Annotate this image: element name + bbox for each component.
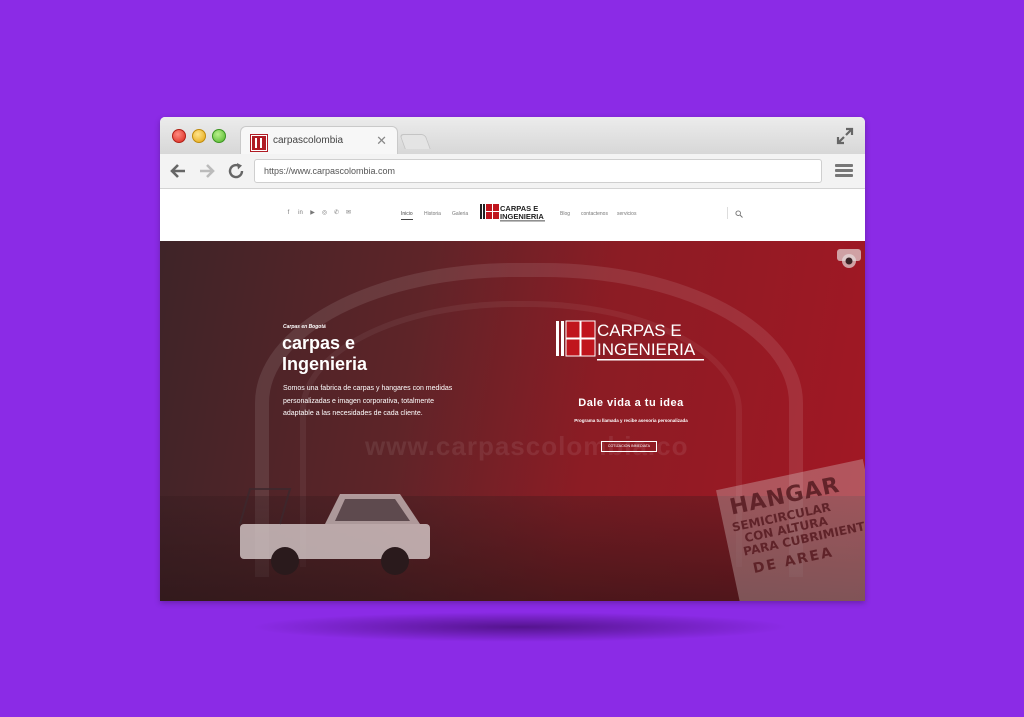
back-arrow-icon[interactable] [168,161,188,181]
forward-arrow-icon[interactable] [197,161,217,181]
logo-small-line2: INGENIERIA [500,212,544,221]
facebook-icon[interactable]: f [285,210,292,217]
menu-icon[interactable] [835,164,853,178]
hero-banner: www.carpascolombia.co HANGAR SEMICIRCULA… [160,241,865,601]
hero-logo: CARPAS E INGENIERIA [556,320,704,361]
nav-contactenos[interactable]: contactenos [581,211,608,217]
reload-icon[interactable] [226,161,246,181]
hero-logo-line1: CARPAS E [597,321,682,340]
hero-tagline: Dale vida a tu idea [578,397,684,409]
cotizacion-button[interactable]: COTIZACION INMEDIATA [601,441,657,452]
fullscreen-icon[interactable] [836,127,854,145]
youtube-icon[interactable]: ▶ [309,210,316,217]
url-text: https://www.carpascolombia.com [264,166,396,176]
address-bar[interactable]: https://www.carpascolombia.com [254,159,822,183]
new-tab-button[interactable] [399,134,431,149]
hero-tagline-sub: Programa tu llamada y recibe asesoria pe… [574,418,688,423]
pickup-truck-image [239,488,430,575]
linkedin-icon[interactable]: in [297,210,304,217]
nav-galeria[interactable]: Galeria [452,211,468,217]
browser-window: carpascolombia ✕ https://www.carpascolom… [160,117,865,601]
tab-close-icon[interactable]: ✕ [376,133,387,149]
nav-inicio[interactable]: Inicio [401,211,413,220]
maximize-window-button[interactable] [212,129,226,143]
phone-icon[interactable]: ✆ [333,210,340,217]
social-links: f in ▶ ◎ ✆ ✉ [285,210,352,217]
browser-toolbar: https://www.carpascolombia.com [160,154,865,189]
hero-subtitle: Carpas en Bogotá [283,324,326,330]
browser-tab[interactable]: carpascolombia ✕ [240,126,398,156]
instagram-icon[interactable]: ◎ [321,210,328,217]
search-divider [727,207,728,219]
site-logo[interactable]: CARPAS E INGENIERIA [480,203,546,223]
site-header: f in ▶ ◎ ✆ ✉ Inicio Historia Galeria CAR… [160,189,865,241]
mail-icon[interactable]: ✉ [345,210,352,217]
browser-shadow [250,612,790,642]
favicon-icon [251,135,267,151]
nav-blog[interactable]: Blog [560,211,570,217]
nav-historia[interactable]: Historia [424,211,441,217]
hero-description: Somos una fabrica de carpas y hangares c… [283,385,453,417]
tab-title: carpascolombia [273,135,344,146]
security-camera-image [837,249,861,268]
minimize-window-button[interactable] [192,129,206,143]
search-icon[interactable] [735,210,743,218]
title-bar: carpascolombia ✕ [160,117,865,156]
hero-logo-line2: INGENIERIA [597,340,696,359]
nav-servicios[interactable]: servicios [617,211,636,217]
close-window-button[interactable] [172,129,186,143]
hero-title: carpas e Ingenieria [282,333,368,374]
